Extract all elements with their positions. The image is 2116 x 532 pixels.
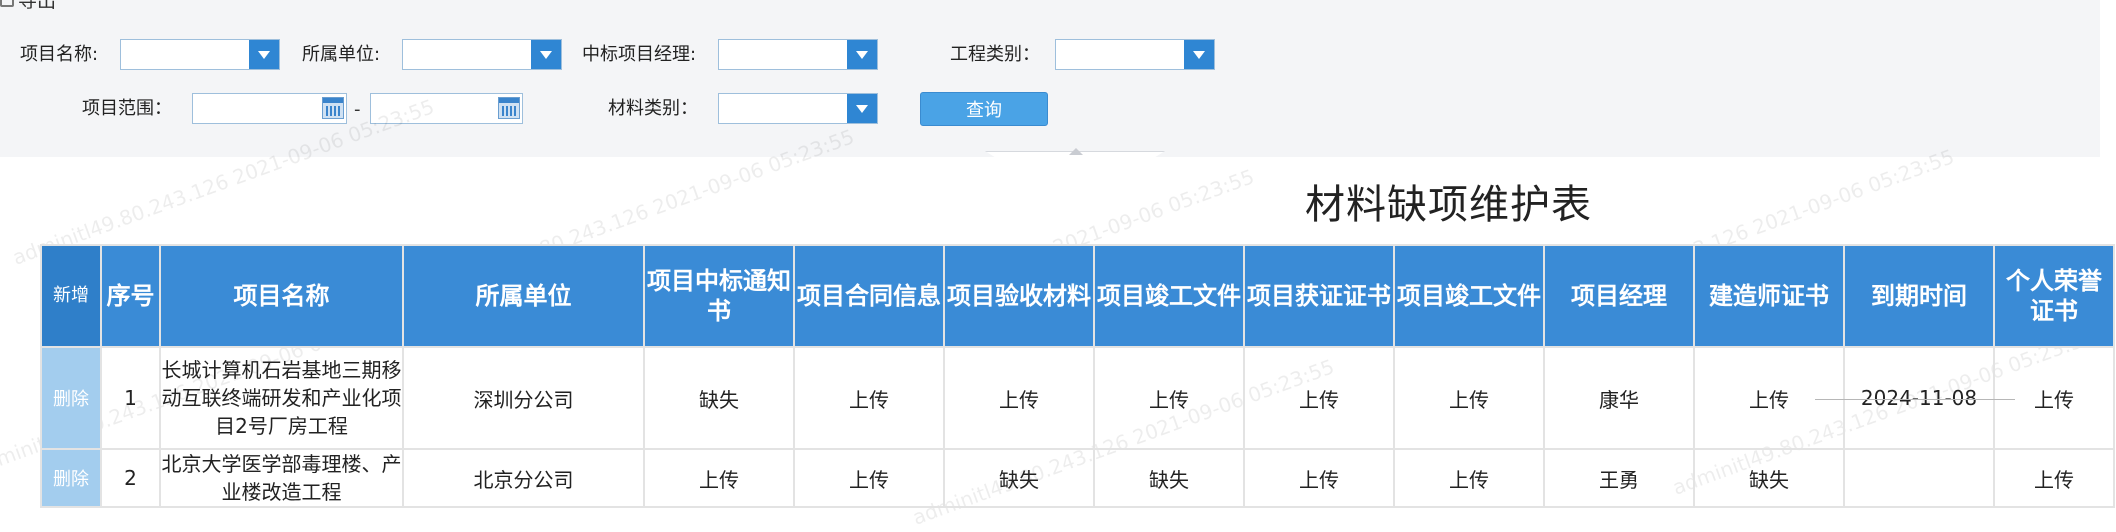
column-header: 项目经理 bbox=[1543, 244, 1695, 348]
chevron-down-icon[interactable] bbox=[531, 40, 561, 69]
range-separator: - bbox=[354, 99, 361, 120]
material-select[interactable] bbox=[718, 93, 878, 124]
column-header: 项目中标通知书 bbox=[643, 244, 795, 348]
export-icon bbox=[0, 0, 14, 7]
unit-cell: 深圳分公司 bbox=[402, 346, 645, 450]
delete-button[interactable]: 删除 bbox=[40, 346, 102, 450]
delete-button[interactable]: 删除 bbox=[40, 448, 102, 508]
status-cell[interactable]: 上传 bbox=[1243, 346, 1395, 450]
range-label: 项目范围： bbox=[82, 98, 172, 119]
category-select[interactable] bbox=[1055, 39, 1215, 70]
export-button[interactable]: 导出 bbox=[0, 0, 57, 12]
project-name-label: 项目名称: bbox=[20, 44, 99, 65]
query-button[interactable]: 查询 bbox=[920, 92, 1048, 126]
status-cell[interactable]: 缺失 bbox=[1093, 448, 1245, 508]
filter-panel: 导出 项目名称: 所属单位: 中标项目经理: 工程类别： 项目范围： - 材料类… bbox=[0, 0, 2100, 157]
status-cell[interactable]: 上传 bbox=[793, 346, 945, 450]
chevron-down-icon[interactable] bbox=[847, 40, 877, 69]
collapse-handle[interactable] bbox=[985, 148, 1165, 160]
divider bbox=[1815, 399, 2015, 400]
status-cell[interactable]: 上传 bbox=[793, 448, 945, 508]
status-cell[interactable]: 缺失 bbox=[943, 448, 1095, 508]
table-row: 删除 1 长城计算机石岩基地三期移动互联终端研发和产业化项目2号厂房工程 深圳分… bbox=[40, 346, 2115, 450]
unit-cell: 北京分公司 bbox=[402, 448, 645, 508]
status-cell[interactable]: 上传 bbox=[1993, 346, 2115, 450]
status-cell[interactable]: 上传 bbox=[1243, 448, 1395, 508]
chevron-down-icon[interactable] bbox=[249, 40, 279, 69]
unit-select[interactable] bbox=[402, 39, 562, 70]
calendar-icon[interactable] bbox=[498, 97, 520, 119]
status-cell[interactable]: 上传 bbox=[643, 448, 795, 508]
add-button[interactable]: 新增 bbox=[40, 244, 102, 348]
column-header: 序号 bbox=[100, 244, 161, 348]
expiry-cell bbox=[1843, 448, 1995, 508]
manager-cell: 康华 bbox=[1543, 346, 1695, 450]
chevron-down-icon[interactable] bbox=[847, 94, 877, 123]
column-header: 建造师证书 bbox=[1693, 244, 1845, 348]
table-row: 删除 2 北京大学医学部毒理楼、产业楼改造工程 北京分公司 上传 上传 缺失 缺… bbox=[40, 448, 2115, 508]
material-table: 新增 序号 项目名称 所属单位 项目中标通知书 项目合同信息 项目验收材料 项目… bbox=[40, 244, 2115, 508]
manager-cell: 王勇 bbox=[1543, 448, 1695, 508]
project-name-cell: 北京大学医学部毒理楼、产业楼改造工程 bbox=[159, 448, 404, 508]
seq-cell: 2 bbox=[100, 448, 161, 508]
column-header: 个人荣誉证书 bbox=[1993, 244, 2115, 348]
unit-label: 所属单位: bbox=[302, 44, 381, 65]
column-header: 到期时间 bbox=[1843, 244, 1995, 348]
status-cell[interactable]: 上传 bbox=[943, 346, 1095, 450]
status-cell[interactable]: 缺失 bbox=[643, 346, 795, 450]
column-header: 项目竣工文件 bbox=[1393, 244, 1545, 348]
project-name-select[interactable] bbox=[120, 39, 280, 70]
column-header: 项目名称 bbox=[159, 244, 404, 348]
column-header: 项目验收材料 bbox=[943, 244, 1095, 348]
range-end-date[interactable] bbox=[370, 93, 523, 124]
status-cell[interactable]: 缺失 bbox=[1693, 448, 1845, 508]
chevron-down-icon[interactable] bbox=[1184, 40, 1214, 69]
report-title: 材料缺项维护表 bbox=[1305, 182, 1592, 228]
export-label: 导出 bbox=[18, 0, 57, 12]
status-cell[interactable]: 上传 bbox=[1093, 346, 1245, 450]
category-label: 工程类别： bbox=[950, 44, 1040, 65]
calendar-icon[interactable] bbox=[322, 97, 344, 119]
material-label: 材料类别： bbox=[608, 98, 698, 119]
status-cell[interactable]: 上传 bbox=[1393, 448, 1545, 508]
seq-cell: 1 bbox=[100, 346, 161, 450]
table-header-row: 新增 序号 项目名称 所属单位 项目中标通知书 项目合同信息 项目验收材料 项目… bbox=[40, 244, 2115, 348]
manager-select[interactable] bbox=[718, 39, 878, 70]
manager-label: 中标项目经理: bbox=[582, 44, 697, 65]
column-header: 项目获证证书 bbox=[1243, 244, 1395, 348]
column-header: 项目竣工文件 bbox=[1093, 244, 1245, 348]
range-start-date[interactable] bbox=[192, 93, 347, 124]
column-header: 所属单位 bbox=[402, 244, 645, 348]
status-cell[interactable]: 上传 bbox=[1693, 346, 1845, 450]
project-name-cell: 长城计算机石岩基地三期移动互联终端研发和产业化项目2号厂房工程 bbox=[159, 346, 404, 450]
expiry-cell: 2024-11-08 bbox=[1843, 346, 1995, 450]
status-cell[interactable]: 上传 bbox=[1993, 448, 2115, 508]
status-cell[interactable]: 上传 bbox=[1393, 346, 1545, 450]
column-header: 项目合同信息 bbox=[793, 244, 945, 348]
